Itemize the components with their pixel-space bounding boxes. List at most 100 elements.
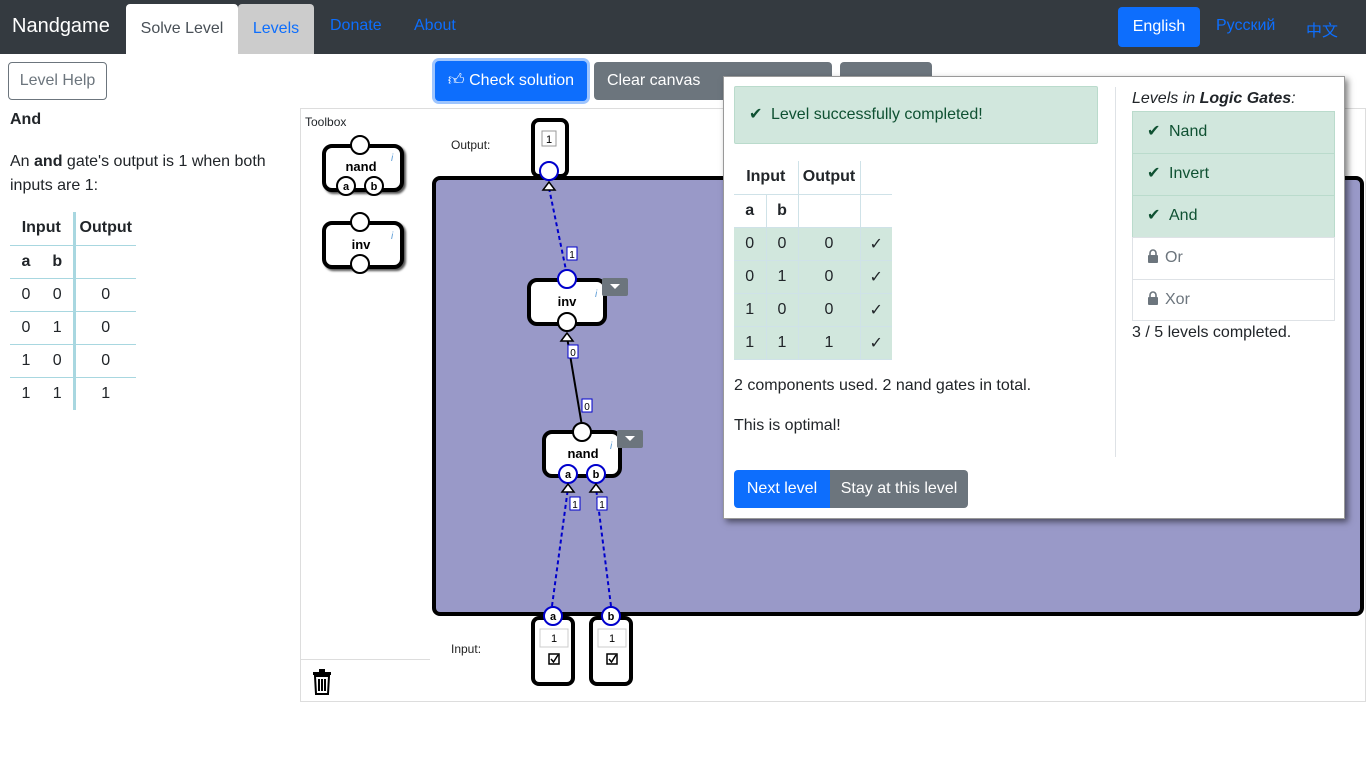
nand-gate-label: nand <box>567 446 598 461</box>
cell: 0 <box>766 293 799 327</box>
lock-icon <box>1148 291 1158 305</box>
components-used-text: 2 components used. 2 nand gates in total… <box>734 377 1032 394</box>
header-empty <box>74 245 136 279</box>
wire-value-1: 1 <box>566 246 578 261</box>
cell: 1 <box>766 326 799 360</box>
wire-a-to-nand[interactable] <box>551 487 569 607</box>
toolbox-nand-pin-a: a <box>343 181 350 193</box>
input-a-node[interactable]: a 1 <box>531 606 575 686</box>
input-b-node[interactable]: b 1 <box>589 606 633 686</box>
wire-value-3: 0 <box>581 398 593 413</box>
output-value: 1 <box>546 134 552 146</box>
divider <box>1115 87 1116 457</box>
table-row: 111 <box>10 377 136 410</box>
language-chinese[interactable]: 中文 <box>1306 17 1338 41</box>
wire-inv-to-output[interactable] <box>548 187 568 276</box>
desc-text: An <box>10 153 35 170</box>
trash-icon[interactable] <box>311 669 335 697</box>
cell: 1 <box>766 260 799 294</box>
level-name: Nand <box>1169 123 1208 140</box>
header-output: Output <box>798 161 861 195</box>
about-link[interactable]: About <box>414 17 456 35</box>
cell: 0 <box>766 227 799 261</box>
header-a: a <box>734 194 767 228</box>
table-row: 100 <box>10 344 136 378</box>
success-alert-text: Level successfully completed! <box>771 106 983 123</box>
toolbox-inv[interactable]: inv i <box>322 212 404 274</box>
table-row: 000 <box>10 278 136 312</box>
language-russian[interactable]: Русский <box>1216 17 1275 35</box>
toolbox-nand[interactable]: nand a b i <box>322 135 404 196</box>
level-item-xor: Xor <box>1132 279 1335 321</box>
inv-gate[interactable]: inv i <box>527 269 607 342</box>
toolbox: Toolbox nand a b i inv i <box>300 108 431 702</box>
stay-at-level-button[interactable]: Stay at this level <box>830 470 968 508</box>
input-b-pin: b <box>608 611 615 623</box>
inv-dropdown-button[interactable] <box>602 278 628 296</box>
header-empty <box>860 161 892 195</box>
level-item-and[interactable]: ✔ And <box>1132 195 1335 237</box>
output-node[interactable]: 1 <box>531 118 569 191</box>
level-name: Xor <box>1165 291 1190 308</box>
header-b: b <box>766 194 799 228</box>
check-solution-button[interactable]: 👍︎ Check solution <box>435 61 587 101</box>
levels-list: ✔ Nand ✔ Invert ✔ And Or Xor <box>1132 111 1335 321</box>
cell: 0 <box>74 311 136 345</box>
levels-group-name: Logic Gates <box>1199 90 1292 107</box>
header-a: a <box>10 245 42 279</box>
header-output: Output <box>74 212 136 246</box>
level-name: And <box>1169 207 1198 224</box>
header-empty <box>798 194 861 228</box>
wire-value-5: 1 <box>596 496 608 511</box>
check-solution-label: Check solution <box>469 72 575 89</box>
cell: 0 <box>798 293 861 327</box>
check-cell: ✓ <box>860 260 892 294</box>
nand-dropdown-button[interactable] <box>617 430 643 448</box>
table-row: 0 1 0 ✓ <box>734 260 892 294</box>
success-alert: ✔ Level successfully completed! <box>734 86 1098 144</box>
navbar: Nandgame Solve Level Levels Donate About… <box>0 0 1366 54</box>
tab-solve-level[interactable]: Solve Level <box>126 4 238 54</box>
wire-value-text: 1 <box>599 500 605 511</box>
cell: 1 <box>21 384 31 402</box>
level-item-invert[interactable]: ✔ Invert <box>1132 153 1335 195</box>
truth-table: Input Output a b 000 010 100 111 <box>10 212 136 410</box>
cell: 0 <box>42 278 76 312</box>
cell: 1 <box>42 377 76 410</box>
toolbox-nand-label: nand <box>345 159 376 174</box>
trash-area[interactable] <box>301 659 430 701</box>
brand[interactable]: Nandgame <box>12 15 110 38</box>
wire-value-text: 1 <box>569 250 575 261</box>
desc-bold: and <box>34 153 63 170</box>
toolbox-inv-label: inv <box>352 237 372 252</box>
optimal-text: This is optimal! <box>734 417 841 434</box>
nand-gate[interactable]: nand a b i <box>542 422 622 493</box>
levels-heading: Levels in Logic Gates: <box>1132 90 1296 108</box>
tab-levels[interactable]: Levels <box>238 4 314 54</box>
header-input: Input <box>10 212 76 246</box>
input-a-value: 1 <box>551 633 557 645</box>
inv-gate-label: inv <box>558 294 578 309</box>
levels-heading-suffix: : <box>1291 90 1296 107</box>
table-row: 010 <box>10 311 136 345</box>
wire-value-4: 1 <box>569 496 581 511</box>
level-help-button[interactable]: Level Help <box>8 62 107 100</box>
level-name: Or <box>1165 249 1183 266</box>
toolbox-components: nand a b i inv i <box>322 135 404 274</box>
cell: 1 <box>734 293 767 327</box>
nand-pin-b: b <box>593 469 600 481</box>
donate-link[interactable]: Donate <box>330 17 382 35</box>
level-item-nand[interactable]: ✔ Nand <box>1132 111 1335 153</box>
cell: 1 <box>734 326 767 360</box>
checkmark-icon: ✔ <box>1147 207 1161 224</box>
table-row: 1 0 0 ✓ <box>734 293 892 327</box>
success-popup: ✔ Level successfully completed! Input Out… <box>723 76 1345 519</box>
language-english[interactable]: English <box>1118 7 1200 47</box>
next-level-button[interactable]: Next level <box>734 470 830 508</box>
cell: 0 <box>734 260 767 294</box>
header-input: Input <box>734 161 799 195</box>
cell: 1 <box>10 344 42 378</box>
cell: 0 <box>42 344 76 378</box>
check-cell: ✓ <box>860 227 892 261</box>
level-title: And <box>10 111 42 128</box>
